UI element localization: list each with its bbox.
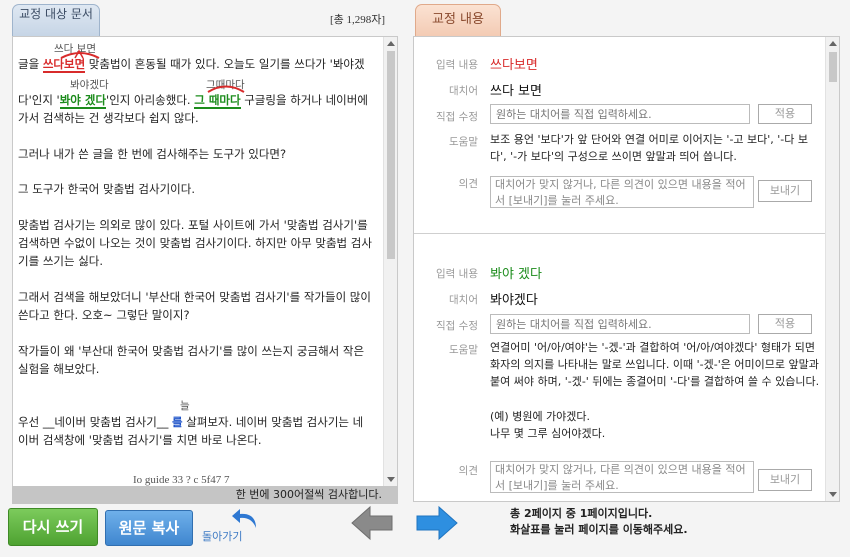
label-opinion: 의견 bbox=[458, 465, 478, 477]
error-word[interactable]: 를 bbox=[172, 415, 183, 429]
next-page-arrow-icon[interactable] bbox=[415, 505, 459, 541]
error-word[interactable]: 봐야 겠다 bbox=[59, 93, 107, 109]
char-count: [총 1,298자] bbox=[330, 14, 386, 26]
doc-line: 우선 __네이버 맞춤법 검사기__ 를 살펴보자. 네이버 맞춤법 검사기는 … bbox=[18, 415, 364, 429]
back-arrow-icon bbox=[232, 509, 256, 528]
label-help: 도움말 bbox=[449, 136, 478, 148]
apply-button[interactable]: 적용 bbox=[758, 104, 812, 124]
error-word[interactable]: 쓰다보면 bbox=[42, 57, 86, 73]
doc-line: 이버 검색창에 '맞춤법 검사기'를 치면 바로 나온다. bbox=[18, 433, 262, 447]
rewrite-button[interactable]: 다시 쓰기 bbox=[8, 508, 98, 546]
opinion-textarea[interactable]: 대치어가 맞지 않거나, 다른 의견이 있으면 내용을 적어서 [보내기]를 눌… bbox=[490, 176, 754, 208]
right-scrollbar[interactable] bbox=[825, 37, 839, 501]
doc-line: 실험을 해보았다. bbox=[18, 362, 100, 376]
opinion-textarea[interactable]: 대치어가 맞지 않거나, 다른 의견이 있으면 내용을 적어서 [보내기]를 눌… bbox=[490, 461, 754, 493]
label-suggestion: 대치어 bbox=[449, 294, 478, 306]
apply-button[interactable]: 적용 bbox=[758, 314, 812, 334]
help-text: 보조 용언 '보다'가 앞 단어와 연결 어미로 이어지는 '-고 보다', '… bbox=[490, 133, 809, 163]
help-example: 나무 몇 그루 심어야겠다. bbox=[490, 427, 606, 440]
scroll-up-icon[interactable] bbox=[829, 41, 837, 46]
left-scrollbar[interactable] bbox=[383, 37, 397, 486]
label-direct-edit: 직접 수정 bbox=[436, 320, 478, 332]
label-input: 입력 내용 bbox=[436, 59, 478, 71]
doc-line: 다'인지 '봐야 겠다'인지 아리송했다. 그 때마다 구글링을 하거나 네이버… bbox=[18, 93, 368, 109]
suggestion-value[interactable]: 봐야겠다 bbox=[490, 289, 538, 308]
spell-checker-app: 교정 대상 문서 [총 1,298자] 쓰다 보면 글을 쓰다보면 맞춤법이 혼… bbox=[0, 0, 850, 557]
doc-line: 검색하면 수없이 나오는 것이 맞춤법 검사기이다. 하지만 아무 맞춤법 검사 bbox=[18, 236, 372, 250]
back-label: 돌아가기 bbox=[202, 530, 243, 543]
entry-divider bbox=[414, 233, 826, 234]
scroll-up-icon[interactable] bbox=[387, 41, 395, 46]
label-suggestion: 대치어 bbox=[449, 85, 478, 97]
send-button[interactable]: 보내기 bbox=[758, 469, 812, 491]
send-button[interactable]: 보내기 bbox=[758, 180, 812, 202]
doc-line: 가서 검색하는 건 생각보다 쉽지 않다. bbox=[18, 111, 199, 125]
doc-line: 그 도구가 한국어 맞춤법 검사기이다. bbox=[18, 182, 195, 196]
help-example: (예) 병원에 가야겠다. bbox=[490, 410, 591, 423]
help-text: 연결어미 '어/아/여야'는 '-겠-'과 결합하여 '어/아/여야겠다' 형태… bbox=[490, 341, 820, 388]
page-info: 총 2페이지 중 1페이지입니다. 화살표를 눌러 페이지를 이동해주세요. bbox=[510, 506, 688, 538]
scroll-down-icon[interactable] bbox=[387, 477, 395, 482]
doc-line: 글을 쓰다보면 맞춤법이 혼동될 때가 있다. 오늘도 일기를 쓰다가 '봐야겠 bbox=[18, 57, 365, 73]
doc-line: 그래서 검색을 해보았더니 '부산대 한국어 맞춤법 검사기'를 작가들이 많이 bbox=[18, 290, 371, 304]
error-word[interactable]: 그 때마다 bbox=[194, 93, 241, 109]
label-help: 도움말 bbox=[449, 344, 478, 356]
input-value: 봐야 겠다 bbox=[490, 267, 542, 282]
doc-line: 맞춤법 검사기는 의외로 많이 있다. 포털 사이트에 가서 '맞춤법 검사기'… bbox=[18, 218, 368, 232]
suggestion-value[interactable]: 쓰다 보면 bbox=[490, 80, 542, 99]
scroll-down-icon[interactable] bbox=[829, 492, 837, 497]
doc-line: 쓴다고 한다. 오호~ 그렇단 말이지? bbox=[18, 308, 190, 322]
input-value: 쓰다보면 bbox=[490, 58, 538, 73]
page-info-line: 화살표를 눌러 페이지를 이동해주세요. bbox=[510, 523, 688, 536]
tab-source-document[interactable]: 교정 대상 문서 bbox=[12, 4, 100, 36]
check-unit-note: 한 번에 300어절씩 검사합니다. bbox=[12, 486, 398, 504]
label-input: 입력 내용 bbox=[436, 268, 478, 280]
copy-original-button[interactable]: 원문 복사 bbox=[105, 510, 193, 546]
scroll-thumb[interactable] bbox=[387, 51, 395, 259]
label-opinion: 의견 bbox=[458, 178, 478, 190]
tab-correction-details[interactable]: 교정 내용 bbox=[415, 4, 501, 36]
back-button[interactable]: 돌아가기 bbox=[202, 508, 262, 546]
prev-page-arrow-icon[interactable] bbox=[350, 505, 394, 541]
doc-line: 작가들이 왜 '부산대 한국어 맞춤법 검사기'를 많이 쓰는지 궁금해서 작은 bbox=[18, 344, 365, 358]
source-document-panel[interactable]: 쓰다 보면 글을 쓰다보면 맞춤법이 혼동될 때가 있다. 오늘도 일기를 쓰다… bbox=[12, 36, 398, 504]
correction-details-panel[interactable]: 입력 내용 쓰다보면 대치어 쓰다 보면 직접 수정 적용 도움말 보조 용언 … bbox=[413, 36, 840, 502]
scroll-thumb[interactable] bbox=[829, 52, 837, 82]
direct-edit-input[interactable] bbox=[490, 104, 750, 124]
doc-line: 그러나 내가 쓴 글을 한 번에 검사해주는 도구가 있다면? bbox=[18, 147, 287, 161]
page-info-line: 총 2페이지 중 1페이지입니다. bbox=[510, 507, 653, 520]
direct-edit-input[interactable] bbox=[490, 314, 750, 334]
doc-line: 기를 쓰기는 싫다. bbox=[18, 254, 104, 268]
label-direct-edit: 직접 수정 bbox=[436, 111, 478, 123]
